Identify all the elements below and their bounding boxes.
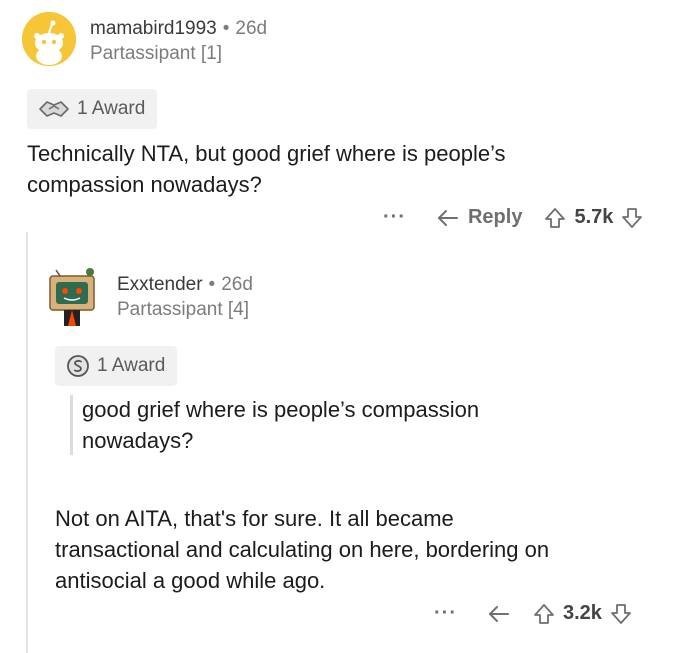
more-options-button[interactable]: ···	[383, 206, 406, 229]
user-avatar[interactable]	[22, 12, 76, 66]
quote-line: good grief where is people’s compassion	[82, 397, 480, 422]
comment-header: mamabird1993 • 26d	[90, 18, 267, 40]
downvote-arrow-icon[interactable]	[610, 603, 632, 625]
upvote-arrow-icon[interactable]	[533, 603, 555, 625]
quoted-text: good grief where is people’s compassion …	[82, 394, 682, 456]
user-flair: Partassipant [1]	[90, 43, 223, 64]
comment-age: 26d	[235, 18, 268, 39]
more-options-button[interactable]: ···	[434, 602, 457, 625]
reply-button[interactable]: Reply	[468, 206, 522, 229]
comment-thread: mamabird1993 • 26d Partassipant [1] 1 Awar…	[0, 0, 700, 653]
reply-arrow-icon[interactable]	[487, 604, 511, 624]
handshake-award-icon	[39, 101, 69, 117]
upvote-arrow-icon[interactable]	[544, 207, 566, 229]
award-badge[interactable]: 1 Award	[27, 89, 158, 129]
comment-line: transactional and calculating on here, b…	[55, 537, 550, 562]
vote-score: 3.2k	[562, 602, 602, 624]
comment-actions: ··· Reply 5.7k	[383, 206, 643, 229]
comment-age: 26d	[221, 274, 253, 295]
reply-arrow-icon[interactable]	[436, 208, 460, 228]
downvote-arrow-icon[interactable]	[621, 207, 643, 229]
separator-dot: •	[222, 18, 230, 39]
comment-line: Not on AITA, that's for sure. It all bec…	[55, 506, 454, 531]
thread-line[interactable]	[26, 232, 28, 653]
separator-dot: •	[208, 274, 216, 295]
vote-score: 5.7k	[574, 206, 614, 228]
award-count: 1 Award	[97, 355, 166, 376]
comment-actions: ··· 3.2k	[434, 602, 632, 625]
comment-header: Exxtender • 26d	[117, 274, 253, 296]
username[interactable]: mamabird1993	[90, 18, 217, 39]
quote-bar	[70, 395, 73, 455]
snoo-avatar-icon	[22, 12, 76, 66]
quote-line: nowadays?	[82, 428, 194, 453]
award-badge[interactable]: 1 Award	[55, 346, 178, 386]
comment-body: Not on AITA, that's for sure. It all bec…	[55, 503, 695, 596]
user-flair: Partassipant [4]	[117, 299, 250, 320]
comment-body: Technically NTA, but good grief where is…	[27, 138, 687, 200]
comment-line: Technically NTA, but good grief where is…	[27, 141, 506, 166]
comment-line: antisocial a good while ago.	[55, 568, 326, 593]
silver-award-icon	[67, 355, 89, 377]
award-count: 1 Award	[77, 98, 146, 119]
user-avatar[interactable]	[46, 262, 102, 330]
username[interactable]: Exxtender	[117, 274, 203, 295]
box-robot-avatar-icon	[49, 268, 95, 326]
comment-line: compassion nowadays?	[27, 172, 262, 197]
